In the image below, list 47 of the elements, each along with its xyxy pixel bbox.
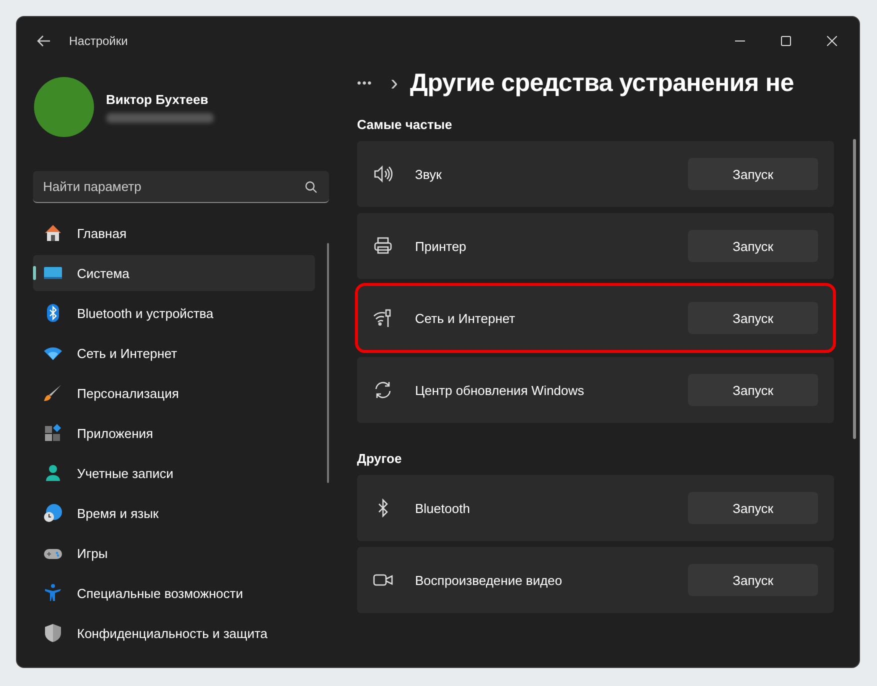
- scrollbar[interactable]: [853, 139, 856, 439]
- sidebar-item[interactable]: Конфиденциальность и защита: [33, 615, 315, 651]
- sidebar-item[interactable]: Система: [33, 255, 315, 291]
- person-icon: [43, 463, 63, 483]
- troubleshooter-label: Bluetooth: [415, 500, 471, 516]
- more-breadcrumb[interactable]: •••: [357, 76, 373, 90]
- run-button[interactable]: Запуск: [688, 158, 818, 190]
- search-icon: [305, 181, 317, 193]
- troubleshooter-label: Воспроизведение видео: [415, 572, 564, 588]
- search-field[interactable]: Найти параметр: [33, 171, 329, 203]
- sidebar-item[interactable]: Игры: [33, 535, 315, 571]
- sidebar-item[interactable]: Сеть и Интернет: [33, 335, 315, 371]
- run-button[interactable]: Запуск: [688, 302, 818, 334]
- sidebar-item[interactable]: Учетные записи: [33, 455, 315, 491]
- sidebar-item[interactable]: Приложения: [33, 415, 315, 451]
- printer-icon: [373, 236, 393, 256]
- accessibility-icon: [43, 583, 63, 603]
- sidebar-item[interactable]: Персонализация: [33, 375, 315, 411]
- refresh-icon: [373, 380, 393, 400]
- page-title: Другие средства устранения не: [410, 68, 794, 98]
- section-heading: Самые частые: [357, 117, 454, 132]
- section-heading: Другое: [357, 451, 403, 466]
- run-button[interactable]: Запуск: [688, 374, 818, 406]
- close-icon[interactable]: [827, 36, 837, 46]
- run-button[interactable]: Запуск: [688, 492, 818, 524]
- sidebar-item[interactable]: Bluetooth и устройства: [33, 295, 315, 331]
- troubleshooter-label: Звук: [415, 166, 443, 182]
- maximize-icon[interactable]: [781, 36, 791, 46]
- troubleshooter-label: Центр обновления Windows: [415, 382, 586, 398]
- troubleshooter-label: Принтер: [415, 238, 468, 254]
- sidebar-item[interactable]: Время и язык: [33, 495, 315, 531]
- globe-clock-icon: [43, 503, 63, 523]
- troubleshooter-label: Сеть и Интернет: [415, 310, 516, 326]
- speaker-icon: [373, 164, 393, 184]
- apps-icon: [43, 423, 63, 443]
- back-arrow-icon[interactable]: [37, 35, 51, 47]
- sidebar-item[interactable]: Главная: [33, 215, 315, 251]
- wifi-tower-icon: [373, 308, 393, 328]
- shield-icon: [43, 623, 63, 643]
- run-button[interactable]: Запуск: [688, 564, 818, 596]
- account-name: Виктор Бухтеев: [106, 92, 210, 106]
- paintbrush-icon: [43, 383, 63, 403]
- breadcrumb-separator: ›: [390, 70, 398, 96]
- home-icon: [43, 223, 63, 243]
- sidebar-item[interactable]: Специальные возможности: [33, 575, 315, 611]
- window-title: Настройки: [69, 34, 128, 48]
- run-button[interactable]: Запуск: [688, 230, 818, 262]
